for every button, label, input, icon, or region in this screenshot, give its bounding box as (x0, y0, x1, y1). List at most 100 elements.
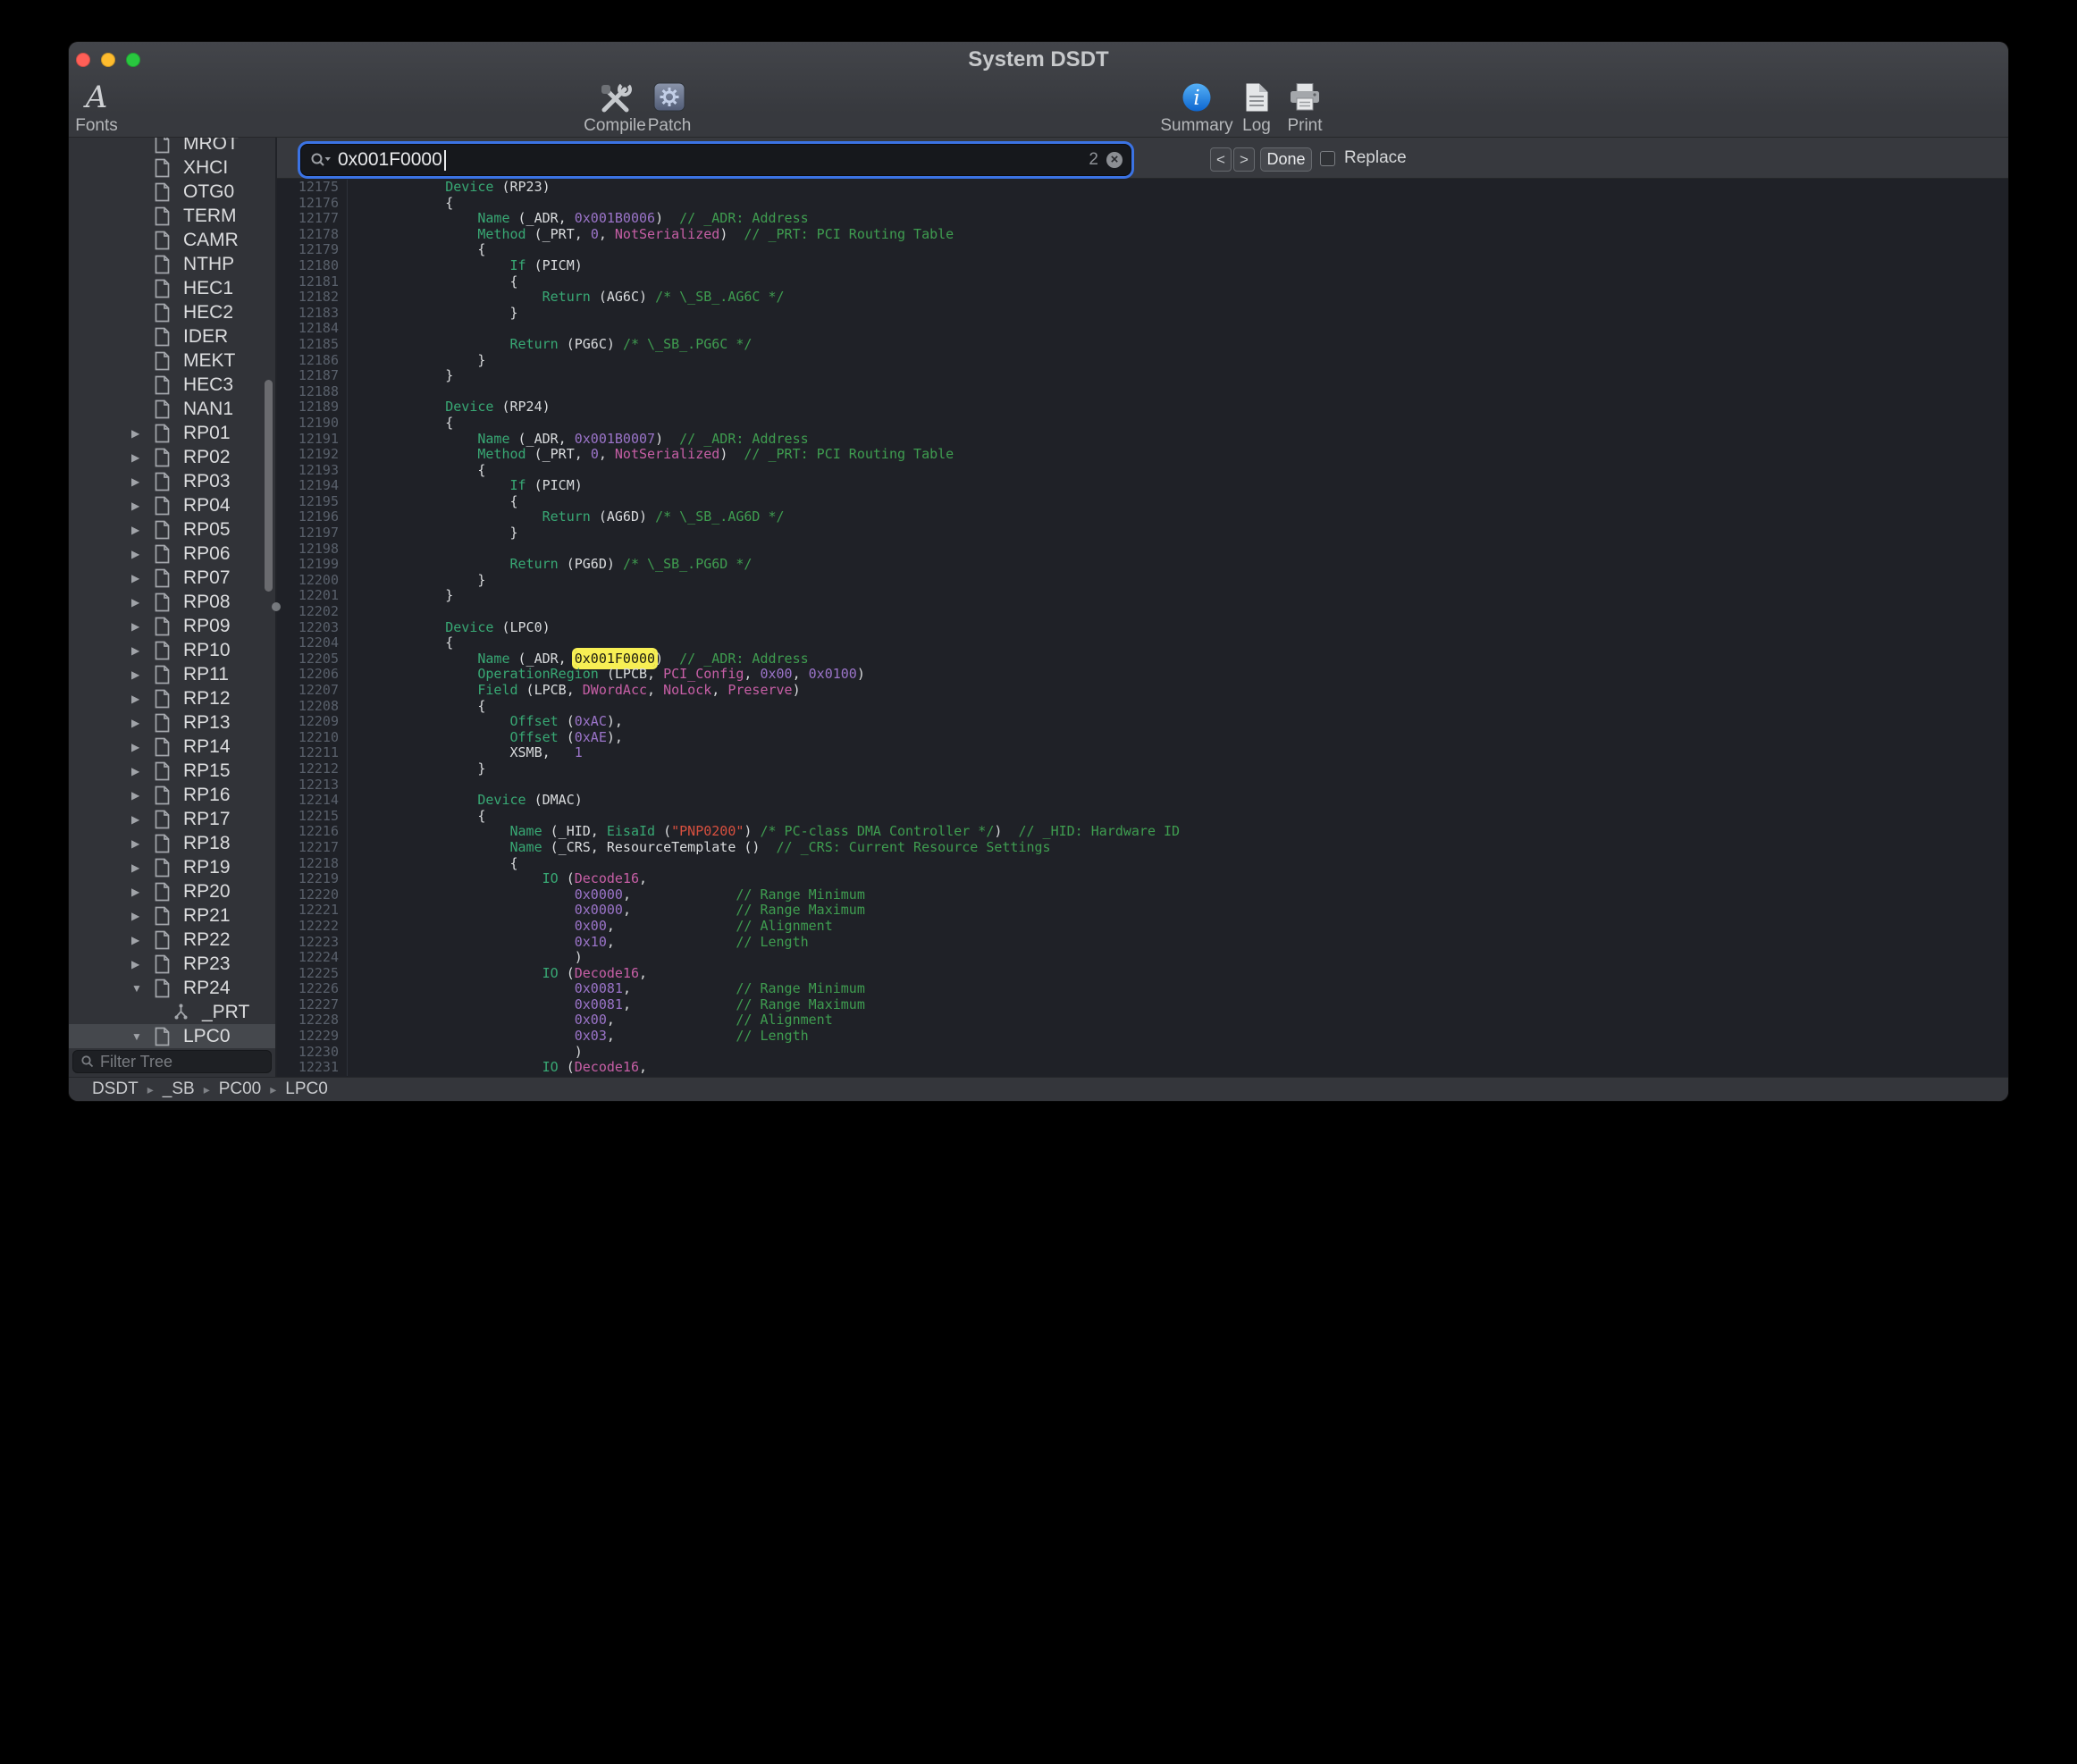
disclosure-triangle-collapsed[interactable]: ▶ (131, 910, 154, 922)
sidebar-item-hec1[interactable]: HEC1 (69, 276, 275, 300)
sidebar-item-_prt[interactable]: _PRT (69, 1000, 275, 1024)
disclosure-triangle-collapsed[interactable]: ▶ (131, 500, 154, 512)
code-line-12221: 12221 0x0000, // Range Maximum (277, 903, 2008, 919)
toolbar-item-fonts[interactable]: A Fonts (69, 78, 139, 135)
sidebar-item-rp07[interactable]: ▶RP07 (69, 566, 275, 590)
disclosure-triangle-collapsed[interactable]: ▶ (131, 886, 154, 898)
splitter-handle[interactable] (272, 602, 281, 611)
sidebar-item-rp15[interactable]: ▶RP15 (69, 759, 275, 783)
disclosure-triangle-collapsed[interactable]: ▶ (131, 934, 154, 946)
sidebar-item-hec2[interactable]: HEC2 (69, 300, 275, 324)
clear-search-button[interactable]: × (1106, 152, 1123, 168)
find-next-button[interactable]: > (1233, 147, 1255, 172)
sidebar-item-rp23[interactable]: ▶RP23 (69, 952, 275, 976)
disclosure-triangle-collapsed[interactable]: ▶ (131, 813, 154, 826)
replace-checkbox[interactable] (1320, 151, 1335, 166)
sidebar-item-rp06[interactable]: ▶RP06 (69, 542, 275, 566)
disclosure-triangle-collapsed[interactable]: ▶ (131, 475, 154, 488)
sidebar-item-ider[interactable]: IDER (69, 324, 275, 349)
done-button[interactable]: Done (1260, 147, 1312, 172)
sidebar-scrollbar-thumb[interactable] (265, 380, 273, 592)
sidebar-item-rp08[interactable]: ▶RP08 (69, 590, 275, 614)
sidebar-item-rp09[interactable]: ▶RP09 (69, 614, 275, 638)
breadcrumb-item-dsdt[interactable]: DSDT (92, 1079, 139, 1098)
code-line-12207: 12207 Field (LPCB, DWordAcc, NoLock, Pre… (277, 683, 2008, 699)
disclosure-triangle-collapsed[interactable]: ▶ (131, 717, 154, 729)
sidebar-item-rp18[interactable]: ▶ RP18 (69, 831, 275, 855)
disclosure-triangle-collapsed[interactable]: ▶ (131, 644, 154, 657)
code-editor[interactable]: 12175 Device (RP23)12176 {12177 Name (_A… (277, 179, 2008, 1077)
sidebar-item-rp01[interactable]: ▶RP01 (69, 421, 275, 445)
disclosure-triangle-collapsed[interactable]: ▶ (131, 668, 154, 681)
sidebar-item-rp16[interactable]: ▶RP16 (69, 783, 275, 807)
disclosure-triangle-expanded[interactable]: ▼ (131, 1030, 154, 1043)
filter-tree-input[interactable]: Filter Tree (72, 1050, 272, 1073)
sidebar-item-lpc0[interactable]: ▼LPC0 (69, 1024, 275, 1048)
sidebar-item-otg0[interactable]: OTG0 (69, 180, 275, 204)
disclosure-triangle-collapsed[interactable]: ▶ (131, 837, 154, 850)
sidebar-item-rp05[interactable]: ▶RP05 (69, 517, 275, 542)
disclosure-triangle-collapsed[interactable]: ▶ (131, 620, 154, 633)
sidebar-item-rp12[interactable]: ▶RP12 (69, 686, 275, 710)
disclosure-triangle-collapsed[interactable]: ▶ (131, 958, 154, 970)
sidebar-item-rp24[interactable]: ▼RP24 (69, 976, 275, 1000)
sidebar-item-label: _PRT (202, 1002, 249, 1023)
sidebar-item-rp17[interactable]: ▶RP17 (69, 807, 275, 831)
sidebar-item-mrot[interactable]: MROT (69, 138, 275, 155)
sidebar-item-rp10[interactable]: ▶RP10 (69, 638, 275, 662)
device-icon (154, 882, 172, 902)
sidebar-item-label: RP18 (183, 833, 231, 854)
disclosure-triangle-collapsed[interactable]: ▶ (131, 427, 154, 440)
sidebar-item-term[interactable]: TERM (69, 204, 275, 228)
sidebar-item-rp20[interactable]: ▶RP20 (69, 879, 275, 903)
device-icon (154, 689, 172, 709)
sidebar-item-rp21[interactable]: ▶RP21 (69, 903, 275, 928)
device-icon (154, 641, 172, 660)
search-input-value[interactable]: 0x001F0000 (338, 149, 442, 171)
disclosure-triangle-collapsed[interactable]: ▶ (131, 861, 154, 874)
sidebar-item-rp03[interactable]: ▶RP03 (69, 469, 275, 493)
disclosure-triangle-collapsed[interactable]: ▶ (131, 789, 154, 802)
code-line-12181: 12181 { (277, 274, 2008, 290)
sidebar-item-rp14[interactable]: ▶RP14 (69, 735, 275, 759)
breadcrumb-item-_sb[interactable]: _SB (163, 1079, 195, 1098)
code-text: } (348, 588, 453, 604)
code-line-12193: 12193 { (277, 463, 2008, 479)
sidebar-item-rp22[interactable]: ▶RP22 (69, 928, 275, 952)
sidebar-item-nan1[interactable]: NAN1 (69, 397, 275, 421)
device-icon (154, 785, 172, 805)
disclosure-triangle-collapsed[interactable]: ▶ (131, 451, 154, 464)
toolbar-item-patch[interactable]: Patch (626, 78, 712, 135)
sidebar-item-camr[interactable]: CAMR (69, 228, 275, 252)
toolbar-item-print[interactable]: Print (1262, 78, 1348, 135)
breadcrumb-item-lpc0[interactable]: LPC0 (285, 1079, 328, 1098)
disclosure-triangle-collapsed[interactable]: ▶ (131, 524, 154, 536)
line-number: 12196 (277, 509, 348, 525)
find-previous-button[interactable]: < (1210, 147, 1232, 172)
disclosure-triangle-collapsed[interactable]: ▶ (131, 572, 154, 584)
sidebar-item-rp19[interactable]: ▶RP19 (69, 855, 275, 879)
disclosure-triangle-collapsed[interactable]: ▶ (131, 765, 154, 777)
sidebar-item-rp04[interactable]: ▶RP04 (69, 493, 275, 517)
sidebar-item-mekt[interactable]: MEKT (69, 349, 275, 373)
sidebar-item-rp02[interactable]: ▶RP02 (69, 445, 275, 469)
code-text: Name (_ADR, 0x001B0006) // _ADR: Address (348, 211, 809, 227)
search-field[interactable]: 0x001F0000 2 × (301, 145, 1131, 175)
disclosure-triangle-expanded[interactable]: ▼ (131, 982, 154, 995)
sidebar-item-xhci[interactable]: XHCI (69, 155, 275, 180)
code-line-12201: 12201 } (277, 588, 2008, 604)
sidebar-item-rp11[interactable]: ▶RP11 (69, 662, 275, 686)
sidebar-item-rp13[interactable]: ▶RP13 (69, 710, 275, 735)
device-icon (154, 906, 172, 926)
sidebar-item-hec3[interactable]: HEC3 (69, 373, 275, 397)
sidebar-item-label: XHCI (183, 157, 228, 179)
sidebar-item-label: HEC3 (183, 374, 233, 396)
disclosure-triangle-collapsed[interactable]: ▶ (131, 548, 154, 560)
disclosure-triangle-collapsed[interactable]: ▶ (131, 596, 154, 609)
code-text: { (348, 699, 485, 715)
disclosure-triangle-collapsed[interactable]: ▶ (131, 741, 154, 753)
breadcrumb-item-pc00[interactable]: PC00 (219, 1079, 262, 1098)
device-icon (154, 1027, 172, 1046)
disclosure-triangle-collapsed[interactable]: ▶ (131, 693, 154, 705)
sidebar-item-nthp[interactable]: NTHP (69, 252, 275, 276)
